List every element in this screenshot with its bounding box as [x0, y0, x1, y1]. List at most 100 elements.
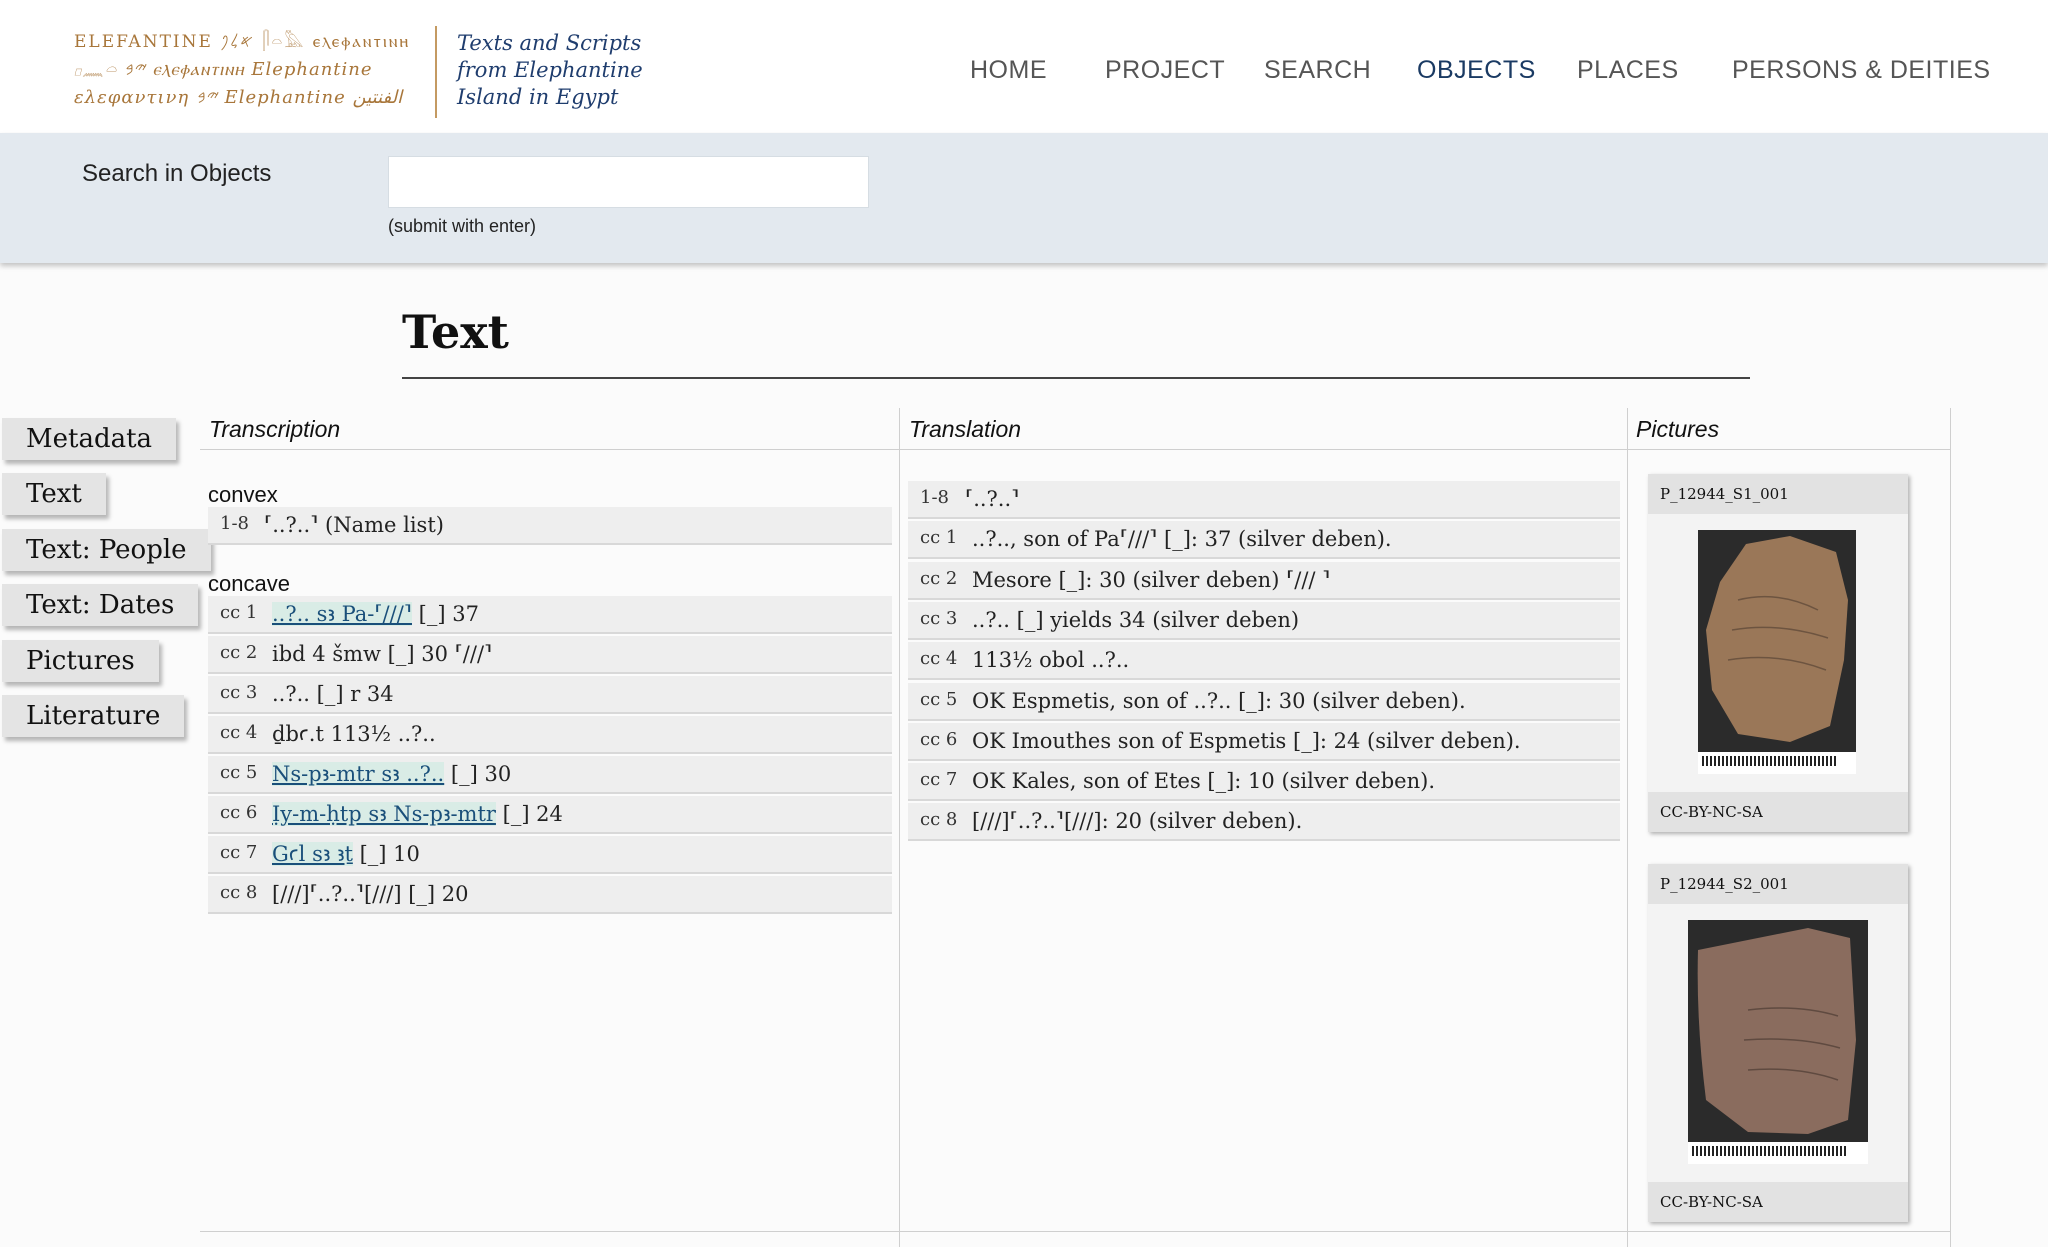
line-number: cc 5	[920, 689, 958, 710]
person-link[interactable]: Ịy-m-ḥtp sꜣ Ns-pꜣ-mtr	[272, 802, 496, 826]
picture-license: CC-BY-NC-SA	[1648, 792, 1908, 832]
ostracon-photo[interactable]	[1688, 920, 1868, 1164]
column-divider	[899, 408, 900, 1247]
line-text: [_] 37	[418, 602, 479, 626]
line-number: cc 3	[220, 682, 258, 703]
line-number: cc 8	[220, 882, 258, 903]
line-text: [///]⸢..?..⸣[///] [_] 20	[272, 882, 469, 906]
line-number: cc 7	[920, 769, 958, 790]
line-text: [_] 30	[450, 762, 512, 786]
section-concave: concave	[208, 571, 290, 596]
line-number: cc 1	[220, 602, 258, 623]
logo-line: ELEFANTINE 𐤀𐤋𐤐 𓋴𓏏𓅓 ⲉⲗⲉⲫⲁⲛⲧⲓⲛⲏ	[74, 32, 411, 52]
search-input[interactable]	[388, 156, 869, 208]
column-header-rule	[200, 449, 1950, 450]
scale-bar	[1688, 1142, 1868, 1164]
search-label: Search in Objects	[82, 160, 272, 187]
transcription-row: cc 7 Gꜥl sꜣ ꜣṯ [_] 10	[208, 836, 892, 874]
line-number: cc 4	[920, 648, 958, 669]
transcription-row: cc 3 ..?.. [_] r 34	[208, 676, 892, 714]
translation-row: cc 6 OK Imouthes son of Espmetis [_]: 24…	[908, 723, 1620, 761]
ostracon-shard-image	[1698, 530, 1856, 752]
line-text: ḏbꜥ.t 113½ ..?..	[272, 722, 436, 746]
person-link[interactable]: Ns-pꜣ-mtr sꜣ ..?..	[272, 762, 445, 786]
column-bottom-rule	[200, 1231, 1950, 1232]
transcription-row: cc 8 [///]⸢..?..⸣[///] [_] 20	[208, 876, 892, 914]
transcription-row: cc 2 ibd 4 šmw [_] 30 ⸢///⸣	[208, 636, 892, 674]
translation-row: 1-8 ⸢..?..⸣	[908, 481, 1620, 519]
translation-row: cc 1 ..?.., son of Pa⸢///⸣ [_]: 37 (silv…	[908, 521, 1620, 559]
tab-text[interactable]: Text	[2, 473, 106, 515]
line-number: 1-8	[920, 487, 949, 508]
line-text: Mesore [_]: 30 (silver deben) ⸢/// ⸣	[972, 568, 1331, 592]
line-text: 113½ obol ..?..	[972, 648, 1130, 672]
transcription-row: cc 1 ..?.. sꜣ Pa-⸢///⸣ [_] 37	[208, 596, 892, 634]
line-text: ⸢..?..⸣	[965, 487, 1020, 511]
search-panel: Search in Objects (submit with enter)	[0, 133, 2048, 263]
line-text: [_] 10	[359, 842, 420, 866]
line-text: [_] 24	[502, 802, 563, 826]
line-number: cc 3	[920, 608, 958, 629]
nav-search[interactable]: SEARCH	[1264, 56, 1371, 85]
picture-license: CC-BY-NC-SA	[1648, 1182, 1908, 1222]
picture-id: P_12944_S2_001	[1648, 864, 1908, 904]
tab-pictures[interactable]: Pictures	[2, 640, 159, 682]
person-link[interactable]: Gꜥl sꜣ ꜣṯ	[272, 842, 353, 866]
nav-persons-deities[interactable]: PERSONS & DEITIES	[1732, 56, 1991, 85]
line-text: OK Kales, son of Etes [_]: 10 (silver de…	[972, 769, 1435, 793]
transcription-row: cc 4 ḏbꜥ.t 113½ ..?..	[208, 716, 892, 754]
tab-text-people[interactable]: Text: People	[2, 529, 211, 571]
picture-id: P_12944_S1_001	[1648, 474, 1908, 514]
nav-project[interactable]: PROJECT	[1105, 56, 1225, 85]
line-text: ⸢..?..⸣ (Name list)	[264, 513, 444, 537]
main-nav: HOME PROJECT SEARCH OBJECTS PLACES PERSO…	[0, 56, 2048, 92]
ostracon-photo[interactable]	[1698, 530, 1856, 774]
line-text: ..?.. [_] yields 34 (silver deben)	[972, 608, 1300, 632]
translation-row: cc 5 OK Espmetis, son of ..?.. [_]: 30 (…	[908, 683, 1620, 721]
transcription-row: cc 6 Ịy-m-ḥtp sꜣ Ns-pꜣ-mtr [_] 24	[208, 796, 892, 834]
transcription-row: 1-8 ⸢..?..⸣ (Name list)	[208, 507, 892, 545]
translation-heading: Translation	[909, 416, 1022, 442]
ostracon-shard-image	[1688, 920, 1868, 1142]
translation-row: cc 8 [///]⸢..?..⸣[///]: 20 (silver deben…	[908, 803, 1620, 841]
section-convex: convex	[208, 482, 278, 507]
line-number: cc 2	[920, 568, 958, 589]
line-number: cc 4	[220, 722, 258, 743]
column-divider	[1950, 408, 1951, 1247]
line-number: cc 2	[220, 642, 258, 663]
line-text: ibd 4 šmw [_] 30 ⸢///⸣	[272, 642, 493, 666]
transcription-heading: Transcription	[209, 416, 341, 442]
person-link[interactable]: ..?.. sꜣ Pa-⸢///⸣	[272, 602, 412, 626]
line-number: cc 8	[920, 809, 958, 830]
line-text: OK Espmetis, son of ..?.. [_]: 30 (silve…	[972, 689, 1466, 713]
translation-row: cc 3 ..?.. [_] yields 34 (silver deben)	[908, 602, 1620, 640]
translation-row: cc 4 113½ obol ..?..	[908, 642, 1620, 680]
line-number: cc 5	[220, 762, 258, 783]
line-number: cc 7	[220, 842, 258, 863]
nav-objects[interactable]: OBJECTS	[1417, 56, 1536, 85]
tab-metadata[interactable]: Metadata	[2, 418, 177, 460]
site-header: ELEFANTINE 𐤀𐤋𐤐 𓋴𓏏𓅓 ⲉⲗⲉⲫⲁⲛⲧⲓⲛⲏ 𓊪𓈖𓏏 𐤉𐤁 ⲉⲗⲉ…	[0, 0, 2048, 133]
tab-text-dates[interactable]: Text: Dates	[2, 584, 199, 626]
transcription-row: cc 5 Ns-pꜣ-mtr sꜣ ..?.. [_] 30	[208, 756, 892, 794]
nav-home[interactable]: HOME	[970, 56, 1047, 85]
line-text: [///]⸢..?..⸣[///]: 20 (silver deben).	[972, 809, 1303, 833]
picture-card: P_12944_S1_001 CC-BY-NC-SA	[1648, 474, 1908, 832]
line-number: 1-8	[220, 513, 249, 534]
line-number: cc 6	[920, 729, 958, 750]
nav-places[interactable]: PLACES	[1577, 56, 1679, 85]
scale-bar	[1698, 752, 1856, 774]
tagline-line: Texts and Scripts	[457, 31, 642, 55]
translation-row: cc 2 Mesore [_]: 30 (silver deben) ⸢/// …	[908, 562, 1620, 600]
line-text: ..?.., son of Pa⸢///⸣ [_]: 37 (silver de…	[972, 527, 1392, 551]
translation-row: cc 7 OK Kales, son of Etes [_]: 10 (silv…	[908, 763, 1620, 801]
title-divider	[402, 377, 1750, 379]
tab-literature[interactable]: Literature	[2, 695, 185, 737]
line-number: cc 6	[220, 802, 258, 823]
pictures-heading: Pictures	[1636, 416, 1720, 442]
line-text: ..?.. [_] r 34	[272, 682, 394, 706]
column-divider	[1627, 408, 1628, 1247]
line-text: OK Imouthes son of Espmetis [_]: 24 (sil…	[972, 729, 1521, 753]
picture-card: P_12944_S2_001 CC-BY-NC-SA	[1648, 864, 1908, 1222]
search-hint: (submit with enter)	[388, 216, 537, 236]
